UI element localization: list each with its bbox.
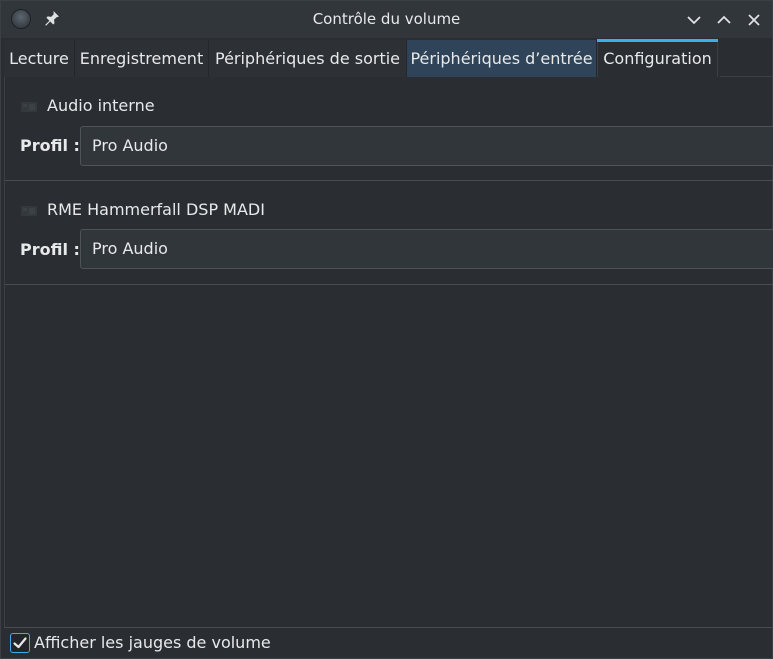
window-title: Contrôle du volume (312, 10, 461, 28)
minimize-icon[interactable] (683, 9, 705, 31)
tab-peripheriques-sortie[interactable]: Périphériques de sortie (209, 40, 407, 77)
close-icon[interactable] (743, 9, 765, 31)
checkmark-icon (13, 637, 27, 649)
show-meters-label[interactable]: Afficher les jauges de volume (34, 633, 271, 652)
title-bar[interactable]: Contrôle du volume (1, 1, 772, 38)
maximize-icon[interactable] (713, 9, 735, 31)
profile-select[interactable]: Pro Audio (80, 126, 773, 166)
tab-peripheriques-entree[interactable]: Périphériques d’entrée (407, 40, 597, 77)
device-name: Audio interne (47, 96, 155, 115)
profile-select[interactable]: Pro Audio (80, 229, 773, 269)
show-meters-checkbox[interactable] (10, 633, 30, 653)
profile-label: Profil : (20, 136, 80, 155)
volume-control-window: Contrôle du volume Lecture Enregistremen… (0, 0, 773, 659)
device-name: RME Hammerfall DSP MADI (47, 200, 265, 219)
sound-card-icon (21, 102, 37, 112)
tab-bar: Lecture Enregistrement Périphériques de … (4, 39, 772, 77)
configuration-panel: Audio interne Profil : Pro Audio RME Ham… (4, 77, 773, 627)
tab-lecture[interactable]: Lecture (4, 40, 75, 77)
device-card: RME Hammerfall DSP MADI Profil : Pro Aud… (5, 181, 773, 285)
tab-enregistrement[interactable]: Enregistrement (75, 40, 209, 77)
device-card: Audio interne Profil : Pro Audio (5, 77, 773, 181)
tab-configuration[interactable]: Configuration (597, 39, 718, 77)
sound-card-icon (21, 206, 37, 216)
profile-label: Profil : (20, 240, 80, 259)
footer-bar: Afficher les jauges de volume (4, 627, 772, 658)
